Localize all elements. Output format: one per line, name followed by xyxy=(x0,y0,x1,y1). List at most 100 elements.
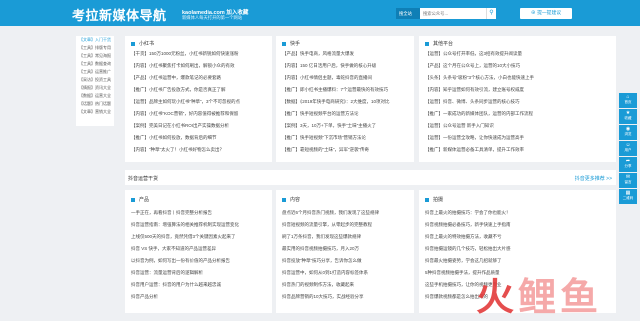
list-item[interactable]: 抖音用户运营：抖音的用户为什么越来越忠诚 xyxy=(131,282,267,288)
nav-item-tag: 【话题】 xyxy=(79,101,95,106)
list-item[interactable]: 【运营】抖音、微博、头条同步运营的核心技巧 xyxy=(425,99,611,105)
list-item[interactable]: 【运营】公众号运营 新手入门知识 xyxy=(425,123,611,129)
nav-item-tag: 【采访】 xyxy=(79,77,95,82)
nav-item[interactable]: 【工具】数据查询 xyxy=(76,60,114,68)
side-button-star[interactable]: ★ 收藏 xyxy=(619,109,637,124)
category-icon xyxy=(425,197,429,202)
list-item[interactable]: 【推广】即小红书主播爆料：7个运营最快的有效技巧 xyxy=(282,87,410,93)
nav-item[interactable]: 【文章】入门干货 xyxy=(76,36,114,44)
nav-item[interactable]: 【工具】运营推广 xyxy=(76,68,114,76)
list-item[interactable]: 【产品】这个月在公众号上，运营的10大小技巧 xyxy=(425,63,611,69)
nav-item[interactable]: 【数据】运营大全 xyxy=(76,92,114,100)
list-item[interactable]: 抖音上最火的拍摄技巧：学会了你也能火！ xyxy=(425,210,611,216)
search-input[interactable] xyxy=(420,8,486,19)
category-icon xyxy=(282,197,286,202)
nav-item-label: 常见海报 xyxy=(95,53,111,58)
side-button-qr[interactable]: ▦ 二维码 xyxy=(619,189,637,204)
submit-suggestion-button[interactable]: ⊕ 提一提建议 xyxy=(520,8,572,19)
list-item[interactable]: 【推广】新媒体运营必备工具清单，提升工作效率 xyxy=(425,147,611,153)
nav-item-label: 运营推广 xyxy=(95,69,111,74)
card-title: 内容 xyxy=(282,196,300,203)
nav-item[interactable]: 【情报】资讯大全 xyxy=(76,84,114,92)
side-button-share[interactable]: ➦ 分享 xyxy=(619,157,637,172)
side-button-eye[interactable]: ◉ 浏览 xyxy=(619,125,637,140)
list-item[interactable]: 【内容】小红书聚焦打卡如何刷出，解锁小众的有效 xyxy=(131,63,267,69)
list-item[interactable]: 【内容】小红书“KOC营销”，好内容值得被推荐和保留 xyxy=(131,111,267,117)
list-item[interactable]: 盘点近6个月抖音热门视频，我们发现了这些规律 xyxy=(282,210,410,216)
list-item[interactable]: 【推广】一家成功的新媒体团队，运营的内部工作流程 xyxy=(425,111,611,117)
search-scope-select[interactable]: 搜全站 xyxy=(396,8,420,19)
list-item[interactable]: 【运营】一份运营全攻略，让你快速成为运营高手 xyxy=(425,135,611,141)
nav-item-label: 营销大全 xyxy=(95,109,111,114)
list-item[interactable]: 抖音短视频的流量引擎，从零起步的完整教程 xyxy=(282,222,410,228)
side-button-label: 收藏 xyxy=(624,116,632,120)
card-title: 拍摄 xyxy=(425,196,443,203)
list-item[interactable]: 【推广】小红书广告投放方式，你是否真正了解 xyxy=(131,87,267,93)
list-item[interactable]: 上线仅500天的抖音，竟然凭借3个关键因素火起来了 xyxy=(131,234,267,240)
list-item[interactable]: 【内容】“种草”太火了！小红书好物怎么卖出？ xyxy=(131,147,267,153)
nav-item-tag: 【情报】 xyxy=(79,85,95,90)
list-item[interactable]: 【产品】快手电商，风格流量大爆发 xyxy=(282,51,410,57)
list-item[interactable]: 抖音品牌营销的10大技巧，实战经验分享 xyxy=(282,294,410,300)
nav-item-tag: 【工具】 xyxy=(79,69,95,74)
list-item[interactable]: 【内容】小红书情侣主题，毒蛇抖音的直播间 xyxy=(282,75,410,81)
watermark-rest: 鲤鱼 xyxy=(518,275,603,319)
side-button-user[interactable]: ☺ 用户 xyxy=(619,141,637,156)
list-item[interactable]: 抖音运营指南：增强算法的相关推荐机制实现运营变化 xyxy=(131,222,267,228)
card-title-text: 其他平台 xyxy=(433,41,454,47)
card-product: 产品 一手正在，再看抖音丨抖音完整分析报告 抖音运营指南：增强算法的相关推荐机制… xyxy=(125,190,272,313)
nav-item[interactable]: 【文章】营销大全 xyxy=(76,108,114,116)
list-item[interactable]: 【推广】小红书如何投放，数据背后的细节 xyxy=(131,135,267,141)
side-button-chat[interactable]: ✉ 留言 xyxy=(619,173,637,188)
nav-item[interactable]: 【工具】排版专用 xyxy=(76,44,114,52)
card-title: 其他平台 xyxy=(425,40,453,47)
nav-item-label: 热门话题 xyxy=(95,101,111,106)
card-title: 小红书 xyxy=(131,40,154,47)
site-logo[interactable]: 考拉新媒体导航 xyxy=(72,5,167,24)
list-item[interactable]: 【产品】小红书运营中，爆款笔记的必要套路 xyxy=(131,75,267,81)
card-kuaishou: 快手 【产品】快手电商，风格流量大爆发 【内容】150 亿日活用户后，快手做的核… xyxy=(276,36,414,162)
nav-item-label: 资讯大全 xyxy=(95,85,111,90)
list-item[interactable]: 抖音拍摄运镜的几个技巧，轻松拍出大片感 xyxy=(425,246,611,252)
list-item[interactable]: 【内容】知乎运营如何有效引流，建立账号权威度 xyxy=(425,87,611,93)
category-icon xyxy=(282,41,286,46)
list-item[interactable]: 【运营】品牌主如何玩小红书“种草”，3个不可忽视的点 xyxy=(131,99,267,105)
nav-item[interactable]: 【采访】投资工具 xyxy=(76,76,114,84)
side-button-label: 二维码 xyxy=(622,196,634,200)
list-item[interactable]: 抖音投放“种草”技巧分享，告诉你怎么做 xyxy=(282,258,410,264)
list-item[interactable]: 刷了1万条抖音，我们发现这些爆款规律 xyxy=(282,234,410,240)
list-item[interactable]: 抖音 VS 快手，大家不知道的产品运营差异 xyxy=(131,246,267,252)
list-item[interactable]: 抖音上最火的特效拍摄方法，收藏不亏 xyxy=(425,234,611,240)
side-button-label: 浏览 xyxy=(624,132,632,136)
nav-item-tag: 【工具】 xyxy=(79,61,95,66)
list-item[interactable]: 【推广】靠短视频的“土味”，异军“逆袭”传奇 xyxy=(282,147,410,153)
list-item[interactable]: 一手正在，再看抖音丨抖音完整分析报告 xyxy=(131,210,267,216)
list-item[interactable]: 抖音热门的视频制作方法，收藏起来 xyxy=(282,282,410,288)
list-item[interactable]: 抖音视频拍摄必备技巧，新手快速上手指南 xyxy=(425,222,611,228)
nav-item-tag: 【文章】 xyxy=(79,37,95,42)
nav-item[interactable]: 【工具】常见海报 xyxy=(76,52,114,60)
list-item[interactable]: 【案例】3天，10万+下单，快手“土味”主播火了 xyxy=(282,123,410,129)
nav-item[interactable]: 【话题】热门话题 xyxy=(76,100,114,108)
list-item[interactable]: 抖音最火拍摄姿势，学会这几招就够了 xyxy=(425,258,611,264)
list-item[interactable]: 【数据】《2019年快手电商研究》：2大维度，10项对比 xyxy=(282,99,410,105)
more-link[interactable]: 抖音更多推荐 >> xyxy=(575,175,612,182)
list-item[interactable]: 抖音运营中，如何从0到1打造内容标签体系 xyxy=(282,270,410,276)
search-icon[interactable]: ⚲ xyxy=(486,8,496,19)
list-item[interactable]: 最实用的抖音视频拍摄技巧，月入20万 xyxy=(282,246,410,252)
side-button-home[interactable]: ⌂ 首页 xyxy=(619,93,637,108)
list-item[interactable]: 【内容】150 亿日活用户后，快手做的核心升级 xyxy=(282,63,410,69)
list-item[interactable]: 【案例】完美日记在小红书ROI出产实操数据分析 xyxy=(131,123,267,129)
list-item[interactable]: 【干货】150万1000元粉丝，小红书新锐如何快速涨粉 xyxy=(131,51,267,57)
site-header: 考拉新媒体导航 kaolamedia.com 加入收藏 新媒体人每天打开的第一个… xyxy=(0,0,640,26)
nav-item-tag: 【工具】 xyxy=(79,45,95,50)
list-item[interactable]: 【推广】快手短视频“下沉市场”营销方法论 xyxy=(282,135,410,141)
search-box: 搜全站 ⚲ xyxy=(396,8,496,19)
list-item[interactable]: 以抖音为例，如何写出一份有价值的产品分析报告 xyxy=(131,258,267,264)
list-item[interactable]: 【运营】公众号打开率低，这3招有效提升阅读量 xyxy=(425,51,611,57)
list-item[interactable]: 【推广】快手短视频平台的运营方法论 xyxy=(282,111,410,117)
list-item[interactable]: 抖音运营：流量运营背后的逻辑解析 xyxy=(131,270,267,276)
card-title-text: 小红书 xyxy=(139,41,155,47)
list-item[interactable]: 抖音产品分析 xyxy=(131,294,267,300)
list-item[interactable]: 【头条】头条号“吸粉”3个核心方法，小白也能快速上手 xyxy=(425,75,611,81)
